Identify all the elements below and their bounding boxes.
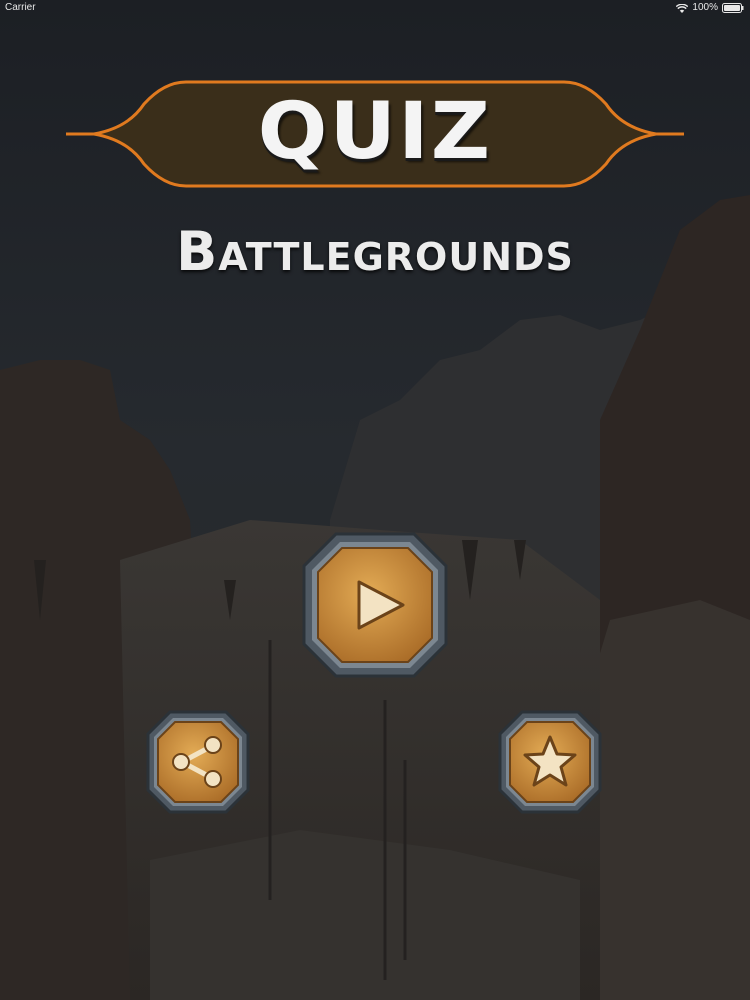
quiz-title: QUIZ	[257, 87, 493, 177]
play-button[interactable]	[302, 532, 448, 678]
battery-percentage: 100%	[692, 2, 718, 13]
carrier-label: Carrier	[5, 2, 36, 13]
status-bar: Carrier 100%	[0, 0, 750, 16]
share-button[interactable]	[146, 710, 250, 814]
battery-icon	[722, 3, 744, 13]
status-right-group: 100%	[676, 0, 744, 16]
wifi-icon	[676, 3, 689, 13]
game-subtitle: Battlegrounds	[176, 220, 574, 283]
rate-button[interactable]	[498, 710, 602, 814]
game-screen: Carrier 100% QUIZ Battlegrounds	[0, 0, 750, 1000]
